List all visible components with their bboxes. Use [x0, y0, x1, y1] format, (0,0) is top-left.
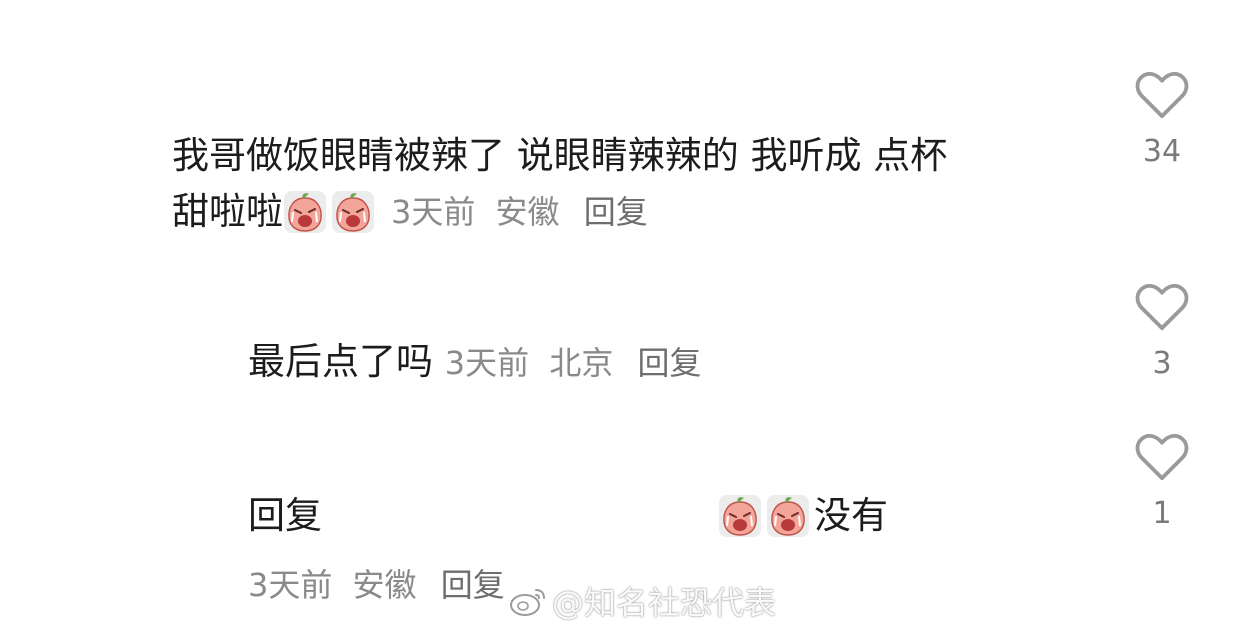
comment-text-line-1: 我哥做饭眼睛被辣了 说眼睛辣辣的 我听成 点杯 [172, 134, 948, 177]
comment-location: 安徽 [352, 566, 417, 604]
comment-location: 北京 [549, 344, 614, 382]
reply-button[interactable]: 回复 [584, 193, 648, 231]
reply-item: 回复 没有 [248, 488, 888, 544]
comment-time: 3天前 [248, 566, 333, 604]
watermark-text: @知名社恐代表 [552, 584, 777, 622]
crying-peach-emoji [283, 190, 327, 234]
comment-time: 3天前 [391, 193, 476, 231]
like-button[interactable]: 34 [1132, 72, 1192, 169]
comment-item: 我哥做饭眼睛被辣了 说眼睛辣辣的 我听成 点杯 甜啦啦 3天前 安徽 回复 [172, 128, 947, 240]
like-count: 34 [1142, 134, 1182, 169]
crying-peach-emoji [331, 190, 375, 234]
heart-icon [1135, 72, 1189, 120]
heart-icon [1135, 284, 1189, 332]
comment-meta: 3天前 安徽 回复 [391, 184, 648, 240]
comment-location: 安徽 [495, 193, 560, 231]
like-count: 3 [1152, 346, 1172, 381]
reply-item: 最后点了吗 3天前 北京 回复 [248, 334, 702, 391]
comment-meta: 3天前 安徽 回复 [248, 560, 505, 606]
like-button[interactable]: 3 [1132, 284, 1192, 381]
comment-text-continuation: 甜啦啦 [172, 190, 283, 233]
crying-peach-emoji [718, 494, 762, 538]
like-button[interactable]: 1 [1132, 434, 1192, 531]
heart-icon [1135, 434, 1189, 482]
reply-text: 最后点了吗 [248, 340, 433, 383]
reply-line: 最后点了吗 3天前 北京 回复 [248, 334, 702, 391]
crying-peach-emoji [766, 494, 810, 538]
weibo-icon [510, 589, 545, 616]
watermark: @知名社恐代表 [508, 578, 776, 624]
reply-button[interactable]: 回复 [441, 566, 505, 604]
comment-meta: 3天前 北京 回复 [445, 344, 702, 382]
reply-button[interactable]: 回复 [638, 344, 702, 382]
comment-text-line-2: 甜啦啦 3天前 安徽 回复 [172, 184, 947, 240]
like-count: 1 [1152, 496, 1172, 531]
comment-time: 3天前 [444, 344, 530, 382]
reply-line: 回复 没有 [248, 488, 888, 544]
reply-prefix: 回复 [248, 494, 322, 537]
reply-text: 没有 [814, 494, 888, 537]
